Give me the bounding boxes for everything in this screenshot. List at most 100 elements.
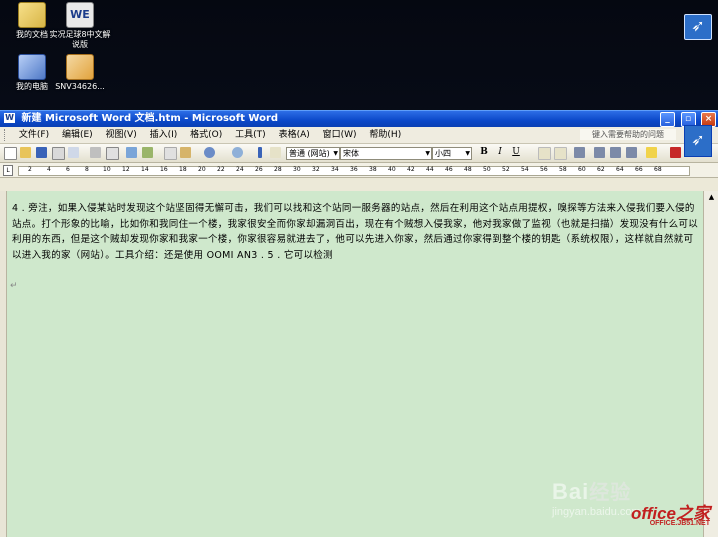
ruler-mark: 62	[597, 166, 605, 173]
font-color-icon[interactable]	[670, 147, 681, 158]
ruler-mark: 34	[331, 166, 339, 173]
underline-button[interactable]: U	[510, 147, 522, 158]
undo-icon[interactable]	[204, 147, 215, 158]
ruler-mark: 36	[350, 166, 358, 173]
print-icon[interactable]	[90, 147, 101, 158]
ruler-mark: 28	[274, 166, 282, 173]
indent-icon[interactable]	[626, 147, 637, 158]
ruler-mark: 44	[426, 166, 434, 173]
ruler-mark: 14	[141, 166, 149, 173]
baidu-jingyan-watermark: Bai经验	[552, 476, 631, 505]
folder-documents-icon	[18, 2, 46, 28]
font-size-select[interactable]: 小四 ▼	[432, 147, 472, 160]
italic-button[interactable]: I	[494, 147, 506, 158]
horizontal-ruler[interactable]: L 2 4 6 8 10 12 14 16 18 20 22 24 26 28 …	[0, 163, 718, 178]
toolbar-grip[interactable]	[4, 129, 8, 141]
ruler-mark: 64	[616, 166, 624, 173]
word-document-icon: W	[4, 113, 15, 123]
title-bar[interactable]: W 新建 Microsoft Word 文档.htm - Microsoft W…	[0, 110, 718, 127]
menu-help[interactable]: 帮助(H)	[364, 127, 406, 143]
research-icon[interactable]	[142, 147, 153, 158]
align-justify-icon[interactable]	[574, 147, 585, 158]
tab-selector-icon[interactable]: L	[3, 165, 13, 176]
ruler-mark: 66	[635, 166, 643, 173]
ruler-mark: 8	[85, 166, 89, 173]
toolbar-grip[interactable]	[258, 147, 262, 158]
ruler-mark: 68	[654, 166, 662, 173]
menu-table[interactable]: 表格(A)	[274, 127, 315, 143]
font-select[interactable]: 宋体 ▼	[340, 147, 432, 160]
styles-pane-icon[interactable]	[270, 147, 281, 158]
permission-icon[interactable]	[52, 147, 65, 160]
desktop-icon-label: SNV34626...	[55, 82, 105, 91]
watermark-jingyan-text: 经验	[589, 482, 632, 504]
menu-tools[interactable]: 工具(T)	[230, 127, 271, 143]
scroll-up-arrow-icon[interactable]: ▲	[706, 192, 717, 203]
watermark-url: jingyan.baidu.com	[552, 506, 641, 518]
menu-insert[interactable]: 插入(I)	[145, 127, 183, 143]
ruler-mark: 52	[502, 166, 510, 173]
document-body-text[interactable]: 4 . 旁注，如果入侵某站时发现这个站坚固得无懈可击，我们可以找和这个站同一服务…	[12, 201, 698, 263]
help-search-input[interactable]: 键入需要帮助的问题	[580, 129, 676, 140]
ruler-mark: 26	[255, 166, 263, 173]
vertical-scrollbar[interactable]: ▲	[703, 191, 718, 537]
image-file-icon	[66, 54, 94, 80]
print-preview-icon[interactable]	[106, 147, 119, 160]
ruler-mark: 40	[388, 166, 396, 173]
ruler-mark: 18	[179, 166, 187, 173]
cut-icon[interactable]	[164, 147, 177, 160]
paragraph-mark-icon: ↵	[10, 281, 18, 291]
ruler-mark: 4	[47, 166, 51, 173]
style-select[interactable]: 普通 (网站) ▼	[286, 147, 340, 160]
vertical-ruler[interactable]	[0, 191, 7, 537]
spelling-icon[interactable]	[126, 147, 137, 158]
ruler-mark: 6	[66, 166, 70, 173]
font-select-value: 宋体	[343, 149, 359, 158]
office-home-url: OFFICE.JB51.NET	[649, 520, 710, 527]
menu-file[interactable]: 文件(F)	[14, 127, 54, 143]
window-title: 新建 Microsoft Word 文档.htm - Microsoft Wor…	[21, 113, 279, 124]
bullets-icon[interactable]	[610, 147, 621, 158]
menu-window[interactable]: 窗口(W)	[318, 127, 362, 143]
chevron-down-icon: ▼	[425, 150, 430, 157]
new-document-icon[interactable]	[4, 147, 17, 160]
character-border-icon[interactable]	[538, 147, 551, 160]
highlight-icon[interactable]	[646, 147, 657, 158]
ruler-mark: 46	[445, 166, 453, 173]
ruler-mark: 42	[407, 166, 415, 173]
numbering-icon[interactable]	[594, 147, 605, 158]
chevron-down-icon: ▼	[465, 150, 470, 157]
zoom-icon[interactable]	[232, 147, 243, 158]
word-window: W 新建 Microsoft Word 文档.htm - Microsoft W…	[0, 110, 718, 537]
watermark-baidu-text: Bai	[552, 479, 590, 504]
minimize-button[interactable]: _	[660, 112, 676, 127]
font-size-value: 小四	[435, 149, 451, 158]
save-icon[interactable]	[36, 147, 47, 158]
open-folder-icon[interactable]	[20, 147, 31, 158]
bird-logo-icon[interactable]: ➶	[684, 14, 712, 40]
email-icon[interactable]	[68, 147, 79, 158]
computer-icon	[18, 54, 46, 80]
menu-format[interactable]: 格式(O)	[185, 127, 227, 143]
desktop-icon-game[interactable]: WE 实况足球8中文解说版	[48, 2, 112, 50]
ruler-mark: 58	[559, 166, 567, 173]
menu-view[interactable]: 视图(V)	[101, 127, 142, 143]
paste-icon[interactable]	[180, 147, 191, 158]
office-assistant-icon[interactable]: ➶	[684, 125, 712, 157]
ruler-mark: 60	[578, 166, 586, 173]
desktop-icon-label: 实况足球8中文解说版	[49, 30, 111, 49]
character-shading-icon[interactable]	[554, 147, 567, 160]
ruler-mark: 48	[464, 166, 472, 173]
ruler-mark: 12	[122, 166, 130, 173]
ruler-mark: 24	[236, 166, 244, 173]
menu-edit[interactable]: 编辑(E)	[57, 127, 98, 143]
ruler-mark: 2	[28, 166, 32, 173]
ruler-mark: 38	[369, 166, 377, 173]
ruler-mark: 50	[483, 166, 491, 173]
desktop-icon-image-file[interactable]: SNV34626...	[48, 54, 112, 92]
ruler-mark: 32	[312, 166, 320, 173]
bold-button[interactable]: B	[478, 147, 490, 158]
chevron-down-icon: ▼	[333, 150, 338, 157]
game-shortcut-icon: WE	[66, 2, 94, 28]
ruler-mark: 22	[217, 166, 225, 173]
